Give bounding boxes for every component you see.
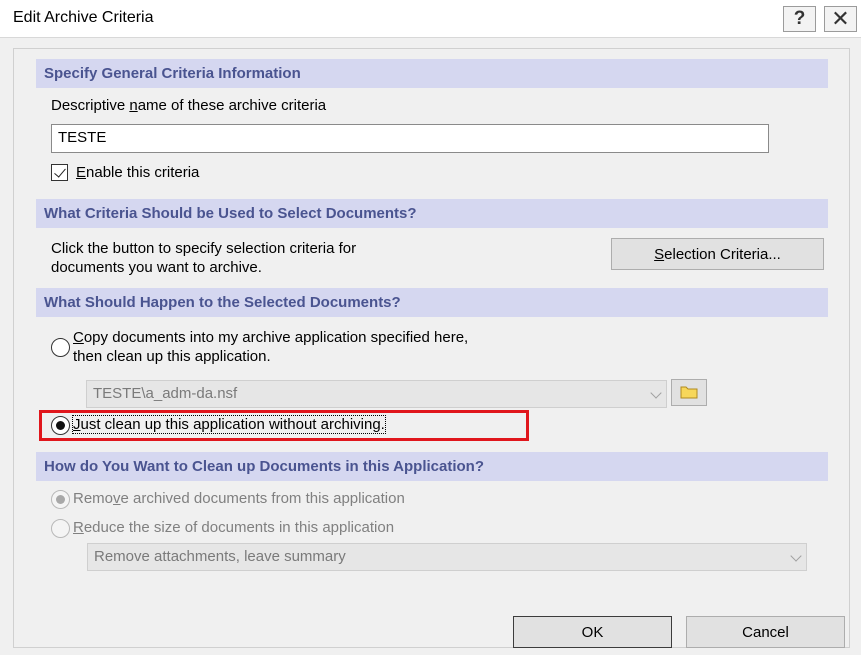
selection-criteria-button[interactable]: Selection Criteria...	[611, 238, 824, 270]
section-header-selection: What Criteria Should be Used to Select D…	[36, 199, 828, 228]
clean-only-label[interactable]: Just clean up this application without a…	[72, 415, 386, 434]
copy-documents-label[interactable]: Copy documents into my archive applicati…	[73, 328, 468, 366]
archive-path-dropdown[interactable]: TESTE\a_adm-da.nsf	[86, 380, 667, 408]
close-icon[interactable]: ✕	[824, 6, 857, 32]
criteria-name-input[interactable]: TESTE	[51, 124, 769, 153]
browse-folder-button[interactable]	[671, 379, 707, 406]
enable-criteria-label[interactable]: Enable this criteria	[76, 164, 199, 181]
reduce-size-radio[interactable]	[51, 519, 70, 538]
dialog-body: Specify General Criteria Information Des…	[13, 48, 850, 648]
copy-documents-radio[interactable]	[51, 338, 70, 357]
reduce-option-dropdown[interactable]: Remove attachments, leave summary	[87, 543, 807, 571]
remove-archived-label[interactable]: Remove archived documents from this appl…	[73, 490, 405, 507]
ok-button[interactable]: OK	[513, 616, 672, 648]
section-header-general: Specify General Criteria Information	[36, 59, 828, 88]
help-button[interactable]: ?	[783, 6, 816, 32]
section-header-action: What Should Happen to the Selected Docum…	[36, 288, 828, 317]
remove-archived-radio[interactable]	[51, 490, 70, 509]
cancel-button[interactable]: Cancel	[686, 616, 845, 648]
window-title: Edit Archive Criteria	[13, 9, 154, 26]
enable-criteria-checkbox[interactable]	[51, 164, 68, 181]
title-bar: Edit Archive Criteria ? ✕	[0, 0, 861, 38]
name-label: Descriptive name of these archive criter…	[51, 97, 327, 114]
clean-only-radio[interactable]	[51, 416, 70, 435]
folder-icon	[680, 386, 698, 399]
section-header-cleanup: How do You Want to Clean up Documents in…	[36, 452, 828, 481]
selection-description: Click the button to specify selection cr…	[51, 240, 357, 276]
chevron-down-icon	[790, 550, 802, 562]
chevron-down-icon	[650, 387, 662, 399]
reduce-size-label[interactable]: Reduce the size of documents in this app…	[73, 519, 394, 536]
